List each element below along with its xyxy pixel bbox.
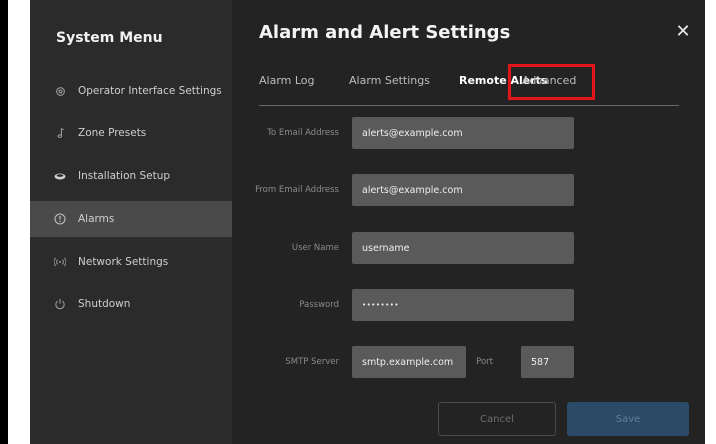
sidebar-item-installation-setup[interactable]: Installation Setup [30, 158, 232, 194]
power-icon [54, 298, 66, 310]
highlight-box [508, 64, 595, 100]
sidebar-item-zone-presets[interactable]: Zone Presets [30, 115, 232, 151]
sidebar: System Menu Operator Interface Settings … [30, 0, 232, 444]
left-border [0, 0, 8, 444]
sidebar-item-network-settings[interactable]: Network Settings [30, 244, 232, 280]
close-icon[interactable]: ✕ [673, 22, 693, 42]
sidebar-item-operator-interface-settings[interactable]: Operator Interface Settings [30, 73, 232, 109]
sidebar-item-label: Installation Setup [78, 170, 171, 182]
tab-alarm-settings[interactable]: Alarm Settings [349, 74, 430, 87]
sidebar-item-label: Zone Presets [78, 127, 147, 139]
smtp-server-label: SMTP Server [285, 357, 339, 367]
sidebar-item-label: Alarms [78, 213, 115, 225]
tab-alarm-log[interactable]: Alarm Log [259, 74, 315, 87]
to-email-label: To Email Address [267, 128, 339, 138]
cancel-button[interactable]: Cancel [438, 402, 556, 436]
password-label: Password [299, 300, 339, 310]
sidebar-item-label: Shutdown [78, 298, 131, 310]
sidebar-item-label: Network Settings [78, 256, 169, 268]
save-button[interactable]: Save [567, 402, 689, 436]
password-field[interactable]: •••••••• [352, 289, 574, 321]
from-email-field[interactable]: alerts@example.com [352, 174, 574, 206]
wifi-signal-icon [54, 256, 66, 268]
username-label: User Name [291, 243, 339, 253]
port-field[interactable]: 587 [521, 346, 574, 378]
speaker-icon [54, 170, 66, 182]
port-label: Port [476, 357, 493, 367]
page-title: Alarm and Alert Settings [259, 22, 511, 43]
sidebar-item-label: Operator Interface Settings [78, 85, 222, 97]
settings-dialog: System Menu Operator Interface Settings … [30, 0, 705, 444]
from-email-label: From Email Address [255, 185, 339, 195]
music-note-icon [54, 127, 66, 139]
alert-icon [54, 213, 66, 225]
sidebar-item-shutdown[interactable]: Shutdown [30, 286, 232, 322]
username-field[interactable]: username [352, 232, 574, 264]
gear-icon [54, 85, 66, 97]
sidebar-title: System Menu [56, 30, 163, 46]
sidebar-item-alarms[interactable]: Alarms [30, 201, 232, 237]
to-email-field[interactable]: alerts@example.com [352, 117, 574, 149]
tab-underline [259, 105, 679, 106]
